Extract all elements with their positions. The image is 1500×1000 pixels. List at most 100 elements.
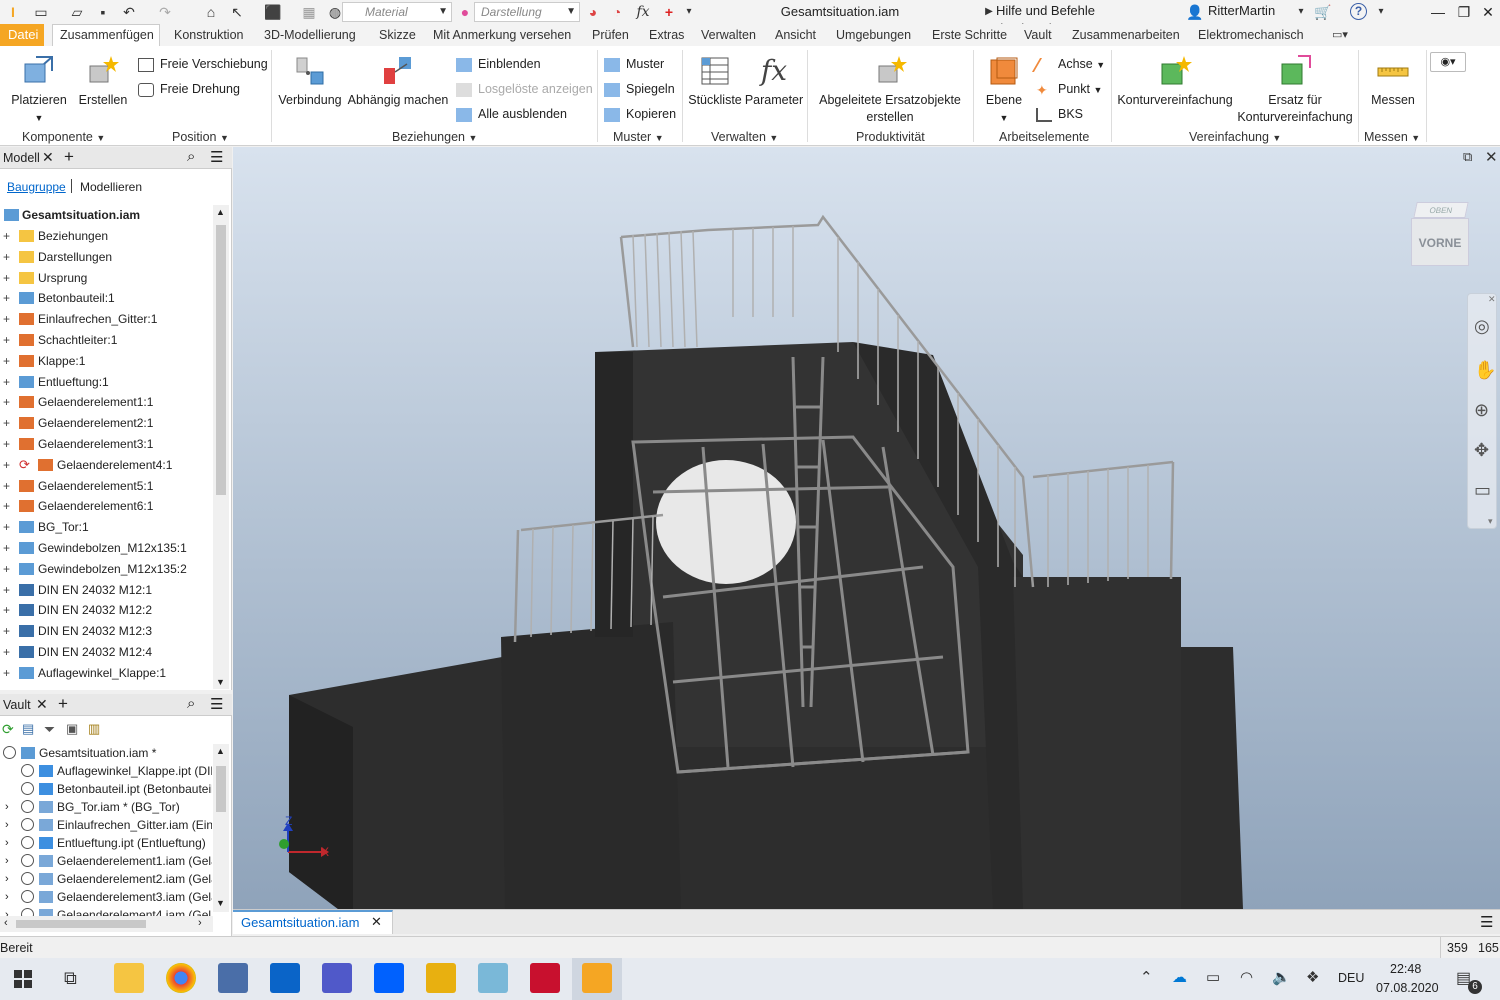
measure-quick-icon[interactable]: ▦ — [300, 3, 318, 21]
vault-root[interactable]: Gesamtsituation.iam * — [0, 744, 212, 762]
tab-get-started[interactable]: Erste Schritte — [932, 27, 1007, 43]
copy-button[interactable]: Kopieren — [604, 106, 676, 122]
menu-icon[interactable]: ☰ — [210, 148, 223, 166]
orbit-icon[interactable]: ✥ — [1474, 440, 1489, 461]
vault-hscrollbar[interactable]: ‹ › — [0, 916, 213, 932]
open-folder-icon[interactable]: ▱ — [68, 3, 86, 21]
tab-collaborate[interactable]: Zusammenarbeiten — [1072, 27, 1180, 43]
navisworks-icon[interactable] — [478, 963, 508, 993]
refresh-icon[interactable]: ⟳ — [2, 721, 14, 738]
point-button[interactable]: ✦ Punkt ▼ — [1036, 81, 1102, 98]
vault-list-item[interactable]: › BG_Tor.iam * (BG_Tor) — [0, 798, 212, 816]
chevron-up-icon[interactable]: ▲ — [216, 746, 225, 756]
chevron-right-icon[interactable]: › — [5, 870, 9, 888]
panel-component[interactable]: Komponente ▼ — [22, 130, 105, 144]
battery-icon[interactable]: ▭ — [1206, 968, 1220, 986]
tree-item[interactable]: + DIN EN 24032 M12:3 — [0, 621, 212, 641]
free-rotate-button[interactable]: Freie Drehung — [138, 81, 240, 97]
tab-tools[interactable]: Extras — [649, 27, 684, 43]
vault-app-icon[interactable] — [426, 963, 456, 993]
vault-list-item[interactable]: › Gelaenderelement2.iam (Gelaer — [0, 870, 212, 888]
scrollbar-thumb[interactable] — [16, 920, 146, 928]
show-sick-button[interactable]: Losgelöste anzeigen — [456, 81, 593, 97]
vault-status-icon[interactable]: ▤ — [22, 721, 34, 737]
ucs-button[interactable]: BKS — [1036, 106, 1083, 122]
update-icon[interactable]: ⬛ — [264, 3, 282, 21]
tab-environments[interactable]: Umgebungen — [836, 27, 911, 43]
tab-assembly-view[interactable]: Baugruppe — [7, 180, 66, 194]
chevron-down-icon[interactable]: ▾ — [1488, 516, 1493, 527]
expand-icon[interactable]: + — [3, 496, 10, 516]
panel-measure[interactable]: Messen ▼ — [1364, 130, 1420, 144]
chevron-right-icon[interactable]: › — [198, 917, 202, 929]
chevron-down-icon[interactable]: ▼ — [216, 898, 225, 908]
clipboard-icon[interactable]: ▥ — [88, 721, 100, 737]
search-icon[interactable]: ⌕ — [187, 148, 195, 165]
minimize-icon[interactable]: — — [1428, 2, 1448, 22]
expand-icon[interactable]: + — [3, 621, 10, 641]
look-at-icon[interactable]: ▭ — [1474, 480, 1491, 501]
close-icon[interactable]: ✕ — [1485, 148, 1498, 166]
expand-icon[interactable]: + — [3, 247, 10, 267]
expand-icon[interactable]: + — [3, 413, 10, 433]
tree-root[interactable]: Gesamtsituation.iam — [0, 205, 212, 225]
scrollbar-thumb[interactable] — [216, 766, 226, 812]
view-cube-front[interactable]: VORNE — [1411, 218, 1469, 266]
inventor-logo-icon[interactable]: I — [4, 3, 22, 21]
volume-icon[interactable]: 🔈 — [1272, 968, 1291, 986]
measure-button[interactable]: Messen — [1362, 50, 1424, 109]
tree-item[interactable]: + Gelaenderelement2:1 — [0, 413, 212, 433]
panel-relationships[interactable]: Beziehungen ▼ — [392, 130, 477, 144]
create-button[interactable]: Erstellen — [72, 50, 134, 109]
document-tab[interactable]: Gesamtsituation.iam ✕ — [233, 910, 393, 934]
show-button[interactable]: Einblenden — [456, 56, 541, 72]
chevron-down-icon[interactable]: ▼ — [216, 677, 225, 687]
wifi-icon[interactable]: ◠ — [1240, 968, 1253, 986]
tree-item[interactable]: + DIN EN 24032 M12:4 — [0, 642, 212, 662]
close-icon[interactable]: ✕ — [36, 696, 48, 713]
zoom-icon[interactable]: ⊕ — [1474, 400, 1489, 421]
inventor-taskbar-icon[interactable] — [582, 963, 612, 993]
panel-simplification[interactable]: Vereinfachung ▼ — [1189, 130, 1281, 144]
redo-icon[interactable]: ↷ — [156, 3, 174, 21]
tree-item[interactable]: + Darstellungen — [0, 247, 212, 267]
expand-icon[interactable]: + — [3, 538, 10, 558]
search-icon[interactable]: ⌕ — [187, 695, 195, 712]
expand-icon[interactable]: + — [3, 330, 10, 350]
new-file-icon[interactable]: ▭ — [32, 3, 50, 21]
tree-item[interactable]: + Ursprung — [0, 268, 212, 288]
restore-window-icon[interactable]: ⧉ — [1463, 149, 1472, 165]
panel-pattern[interactable]: Muster ▼ — [613, 130, 664, 144]
steering-wheel-icon[interactable]: ◎ — [1474, 316, 1490, 337]
tab-file[interactable]: Datei — [0, 24, 44, 46]
scrollbar-thumb[interactable] — [216, 225, 226, 495]
add-icon[interactable]: + — [660, 3, 678, 21]
clock-time[interactable]: 22:48 — [1390, 962, 1421, 976]
help-icon[interactable]: ? — [1350, 3, 1367, 20]
expand-icon[interactable]: + — [3, 268, 10, 288]
task-view-icon[interactable]: ⧉ — [64, 968, 77, 989]
select-icon[interactable]: ↖ — [228, 3, 246, 21]
material-dropdown[interactable]: Material ▼ — [342, 2, 452, 22]
panel-productivity[interactable]: Produktivität — [856, 130, 925, 144]
menu-icon[interactable]: ☰ — [210, 695, 223, 713]
view-cube[interactable]: OBEN VORNE — [1409, 202, 1471, 268]
ribbon-options-icon[interactable]: ◉▾ — [1430, 52, 1466, 72]
vault-list-item[interactable]: Betonbauteil.ipt (Betonbauteil) — [0, 780, 212, 798]
home-icon[interactable]: ⌂ — [202, 3, 220, 21]
tree-item[interactable]: + Gelaenderelement5:1 — [0, 476, 212, 496]
tree-item[interactable]: + Klappe:1 — [0, 351, 212, 371]
tab-assemble[interactable]: Zusammenfügen — [60, 27, 154, 43]
clear-appearance-icon[interactable]: ◔ — [608, 3, 626, 21]
tree-item[interactable]: + ⟳ Gelaenderelement4:1 — [0, 455, 212, 475]
undo-icon[interactable]: ↶ — [120, 3, 138, 21]
appearance-dropdown[interactable]: Darstellung ▼ — [474, 2, 580, 22]
onedrive-icon[interactable]: ☁ — [1172, 968, 1187, 986]
panel-manage[interactable]: Verwalten ▼ — [711, 130, 778, 144]
chevron-left-icon[interactable]: ‹ — [4, 917, 8, 929]
tree-item[interactable]: + Betonbauteil:1 — [0, 288, 212, 308]
tab-electromechanical[interactable]: Elektromechanisch — [1198, 27, 1304, 43]
vault-list-item[interactable]: › Gelaenderelement3.iam (Gelaer — [0, 888, 212, 906]
ribbon-display-icon[interactable]: ▭▾ — [1332, 27, 1348, 43]
plane-button[interactable]: Ebene ▼ — [978, 50, 1030, 127]
